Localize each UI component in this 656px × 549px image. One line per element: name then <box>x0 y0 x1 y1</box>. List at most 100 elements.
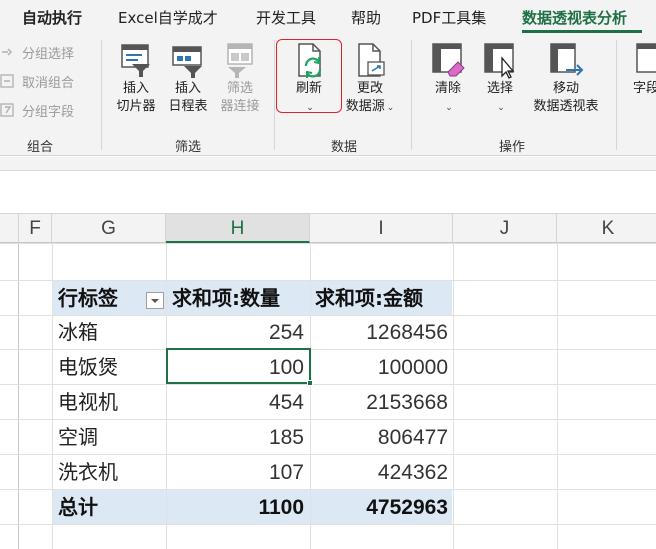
move-pivot-icon <box>546 40 586 80</box>
filter-dropdown-icon <box>151 299 159 303</box>
column-header-stub <box>0 214 19 243</box>
ungroup-button[interactable]: 取消组合 <box>0 71 74 91</box>
pivot-row-label-header[interactable]: 行标签 <box>58 281 148 316</box>
active-tab-indicator <box>522 30 642 33</box>
change-data-source-button[interactable]: 更改 数据源 ⌄ <box>339 40 401 117</box>
gridline <box>310 243 311 549</box>
insert-timeline-line2: 日程表 <box>168 99 208 114</box>
change-source-line2: 数据源 ⌄ <box>339 98 401 117</box>
move-pivottable-button[interactable]: 移动 数据透视表 <box>526 40 606 116</box>
pivot-row-qty[interactable]: 107 <box>170 455 304 490</box>
pivot-row-name[interactable]: 冰箱 <box>58 315 162 350</box>
refresh-dropdown-caret[interactable]: ⌄ <box>283 98 335 117</box>
group-selection-label: 分组选择 <box>22 46 75 62</box>
row-label-filter-button[interactable] <box>146 292 164 309</box>
group-field-button[interactable]: 分组字段 <box>0 100 74 120</box>
insert-slicer-line2: 切片器 <box>116 99 156 114</box>
tab-automate[interactable]: 自动执行 <box>22 7 82 28</box>
tab-excel-self-study[interactable]: Excel自学成才 <box>118 7 218 28</box>
column-header-k[interactable]: K <box>557 214 656 243</box>
insert-slicer-button[interactable]: 插入 切片器 <box>110 40 162 116</box>
tab-help[interactable]: 帮助 <box>351 7 381 28</box>
data-group-label: 数据 <box>330 140 357 155</box>
pivot-total-amount[interactable]: 4752963 <box>314 490 448 525</box>
refresh-button[interactable]: 刷新 ⌄ <box>283 40 335 117</box>
fields-overflow-label: 字段 <box>632 81 656 96</box>
filter-connections-line1: 筛选 <box>226 81 253 96</box>
pivot-row-name[interactable]: 空调 <box>58 420 162 455</box>
clear-label: 清除 <box>434 81 461 96</box>
clear-dropdown-caret[interactable]: ⌄ <box>422 98 474 117</box>
select-dropdown-caret[interactable]: ⌄ <box>474 98 526 117</box>
pivot-row-name[interactable]: 电视机 <box>58 385 162 420</box>
filter-connections-button[interactable]: 筛选 器连接 <box>214 40 266 116</box>
pivot-total-qty[interactable]: 1100 <box>170 490 304 525</box>
pivot-row-qty[interactable]: 454 <box>170 385 304 420</box>
column-header-f[interactable]: F <box>19 214 52 243</box>
column-header-i[interactable]: I <box>310 214 453 243</box>
clear-icon <box>428 40 468 80</box>
gridline <box>18 243 19 549</box>
move-pivot-line1: 移动 <box>552 81 579 96</box>
chevron-down-icon: ⌄ <box>386 103 395 113</box>
clear-button[interactable]: 清除 ⌄ <box>422 40 474 117</box>
fields-overflow-button[interactable]: 字段 <box>626 40 656 98</box>
pivot-row-amount[interactable]: 424362 <box>314 455 448 490</box>
ribbon-tab-bar: 自动执行 Excel自学成才 开发工具 帮助 PDF工具集 数据透视表分析 <box>0 0 656 34</box>
change-source-icon <box>350 40 390 80</box>
change-source-line2-text: 数据源 <box>345 99 385 114</box>
refresh-label: 刷新 <box>295 81 322 96</box>
insert-slicer-line1: 插入 <box>122 81 149 96</box>
group-field-icon <box>0 102 20 118</box>
pivot-row-amount[interactable]: 2153668 <box>314 385 448 420</box>
tab-pdf-tools[interactable]: PDF工具集 <box>412 7 486 28</box>
pivot-row-amount[interactable]: 100000 <box>314 350 448 385</box>
formula-bar[interactable] <box>0 172 656 214</box>
select-icon <box>480 40 520 80</box>
chevron-down-icon: ⌄ <box>497 103 505 113</box>
tab-pivottable-analyze[interactable]: 数据透视表分析 <box>522 7 627 28</box>
filter-connections-line2: 器连接 <box>220 99 260 114</box>
group-selection-icon <box>0 44 20 60</box>
pivot-row-qty[interactable]: 254 <box>170 315 304 350</box>
chevron-down-icon: ⌄ <box>445 103 453 113</box>
gridline <box>166 243 167 549</box>
actions-group-label: 操作 <box>498 140 525 155</box>
pivot-row-name[interactable]: 电饭煲 <box>58 350 162 385</box>
select-label: 选择 <box>486 81 513 96</box>
filter-connection-icon <box>220 40 260 80</box>
ungroup-label: 取消组合 <box>22 75 75 91</box>
fill-handle[interactable] <box>307 380 313 386</box>
filter-separator <box>274 40 275 150</box>
insert-timeline-button[interactable]: 插入 日程表 <box>162 40 214 116</box>
column-header-j[interactable]: J <box>453 214 557 243</box>
pivot-row-amount[interactable]: 806477 <box>314 420 448 455</box>
group-group-label: 组合 <box>26 140 53 155</box>
group-separator <box>101 40 102 150</box>
tab-developer[interactable]: 开发工具 <box>256 7 316 28</box>
actions-separator <box>616 40 617 150</box>
column-header-g[interactable]: G <box>52 214 166 243</box>
filter-group-label: 筛选 <box>174 140 201 155</box>
field-list-icon <box>631 40 656 80</box>
pivot-qty-header[interactable]: 求和项:数量 <box>172 281 308 316</box>
change-source-line1: 更改 <box>356 81 383 96</box>
pivot-row-name[interactable]: 洗衣机 <box>58 455 162 490</box>
group-field-label: 分组字段 <box>22 104 75 120</box>
select-button[interactable]: 选择 ⌄ <box>474 40 526 117</box>
pivot-total-label[interactable]: 总计 <box>58 490 162 525</box>
refresh-icon <box>289 40 329 80</box>
pivot-row-qty[interactable]: 185 <box>170 420 304 455</box>
gridline <box>0 243 656 244</box>
chevron-down-icon: ⌄ <box>306 103 314 113</box>
column-header-h[interactable]: H <box>166 214 310 243</box>
data-separator <box>411 40 412 150</box>
ribbon: 分组选择 取消组合 分组字段 组合 插入 切片器 插入 日程表 筛选 器连接 筛… <box>0 34 656 156</box>
ungroup-icon <box>0 73 20 89</box>
gridline <box>453 243 454 549</box>
pivot-amount-header[interactable]: 求和项:金额 <box>315 281 451 316</box>
ribbon-bottom-strip <box>0 157 656 171</box>
worksheet-grid[interactable]: 行标签 求和项:数量 求和项:金额 冰箱 254 1268456 电饭煲 100… <box>0 243 656 549</box>
group-selection-button[interactable]: 分组选择 <box>0 42 74 62</box>
pivot-row-amount[interactable]: 1268456 <box>314 315 448 350</box>
